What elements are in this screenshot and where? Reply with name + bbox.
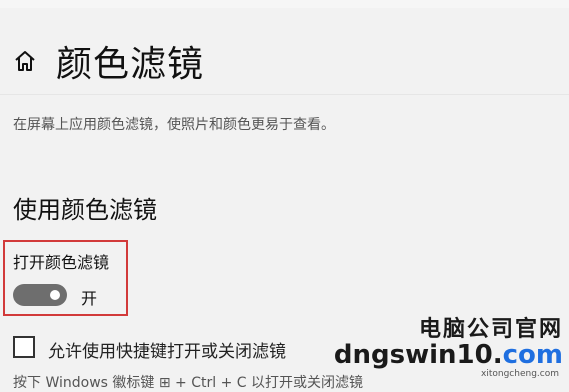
toggle-knob <box>50 290 60 300</box>
shortcut-checkbox[interactable] <box>13 336 35 358</box>
toggle-label: 打开颜色滤镜 <box>13 253 110 272</box>
toggle-state-text: 开 <box>81 289 98 308</box>
page-description: 在屏幕上应用颜色滤镜，使照片和颜色更易于查看。 <box>13 117 335 133</box>
watermark-line2: dngswin10.com <box>334 341 563 369</box>
watermark-sub: xitongcheng.com <box>481 369 559 379</box>
color-filter-toggle[interactable] <box>13 284 67 306</box>
header-divider <box>0 94 569 95</box>
page-header: 颜色滤镜 <box>12 38 205 85</box>
home-icon[interactable] <box>12 48 38 74</box>
top-strip <box>0 0 569 8</box>
shortcut-hint: 按下 Windows 徽标键 ⊞ + Ctrl + C 以打开或关闭滤镜 <box>13 375 363 391</box>
watermark-line1: 电脑公司官网 <box>418 316 563 342</box>
site-watermark: 电脑公司官网 dngswin10.com xitongcheng.com <box>334 317 563 379</box>
watermark-domain: dngswin10. <box>333 340 503 370</box>
watermark-accent: com <box>502 340 563 370</box>
page-title: 颜色滤镜 <box>56 44 205 85</box>
section-title: 使用颜色滤镜 <box>13 196 157 224</box>
shortcut-checkbox-label[interactable]: 允许使用快捷键打开或关闭滤镜 <box>48 337 286 362</box>
